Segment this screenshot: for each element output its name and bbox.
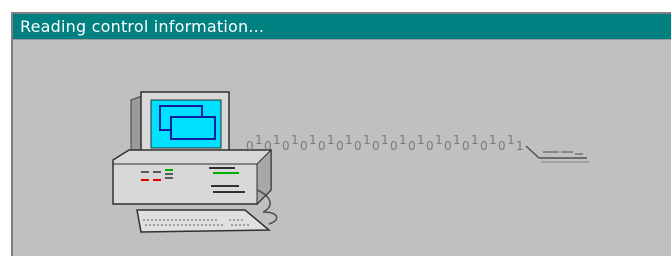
binary-digit: 0: [300, 139, 308, 153]
binary-digit: 0: [390, 139, 398, 153]
binary-data-stream: 0101010101010101010101010101011: [246, 133, 524, 153]
binary-digit: 0: [372, 139, 380, 153]
binary-digit: 0: [282, 139, 290, 153]
binary-digit: 1: [291, 133, 299, 147]
binary-digit: 1: [516, 139, 524, 153]
binary-digit: 1: [327, 133, 335, 147]
progress-dialog: Reading control information... 0 1 0 1 0…: [11, 12, 671, 256]
binary-digit: 1: [363, 133, 371, 147]
binary-digit: 1: [453, 133, 461, 147]
binary-digit: 1: [381, 133, 389, 147]
binary-digit: 1: [273, 133, 281, 147]
device-icon: [525, 145, 589, 163]
binary-digit: 0: [354, 139, 362, 153]
desktop-computer-icon: [112, 91, 278, 233]
binary-digit: 0: [480, 139, 488, 153]
binary-digit: 0: [264, 139, 272, 153]
binary-digit: 0: [444, 139, 452, 153]
binary-digit: 0: [408, 139, 416, 153]
binary-digit: 1: [489, 133, 497, 147]
binary-digit: 0: [318, 139, 326, 153]
binary-digit: 1: [507, 133, 515, 147]
binary-digit: 1: [345, 133, 353, 147]
title-bar: Reading control information...: [13, 14, 671, 40]
binary-digit: 0: [246, 139, 254, 153]
binary-digit: 1: [417, 133, 425, 147]
binary-digit: 1: [399, 133, 407, 147]
binary-digit: 1: [309, 133, 317, 147]
binary-digit: 0: [336, 139, 344, 153]
binary-digit: 1: [255, 133, 263, 147]
binary-digit: 0: [498, 139, 506, 153]
binary-digit: 0: [462, 139, 470, 153]
window-title: Reading control information...: [20, 17, 265, 36]
binary-digit: 1: [471, 133, 479, 147]
transfer-animation: 0101010101010101010101010101011: [112, 91, 589, 233]
binary-digit: 1: [435, 133, 443, 147]
binary-digit: 0: [426, 139, 434, 153]
